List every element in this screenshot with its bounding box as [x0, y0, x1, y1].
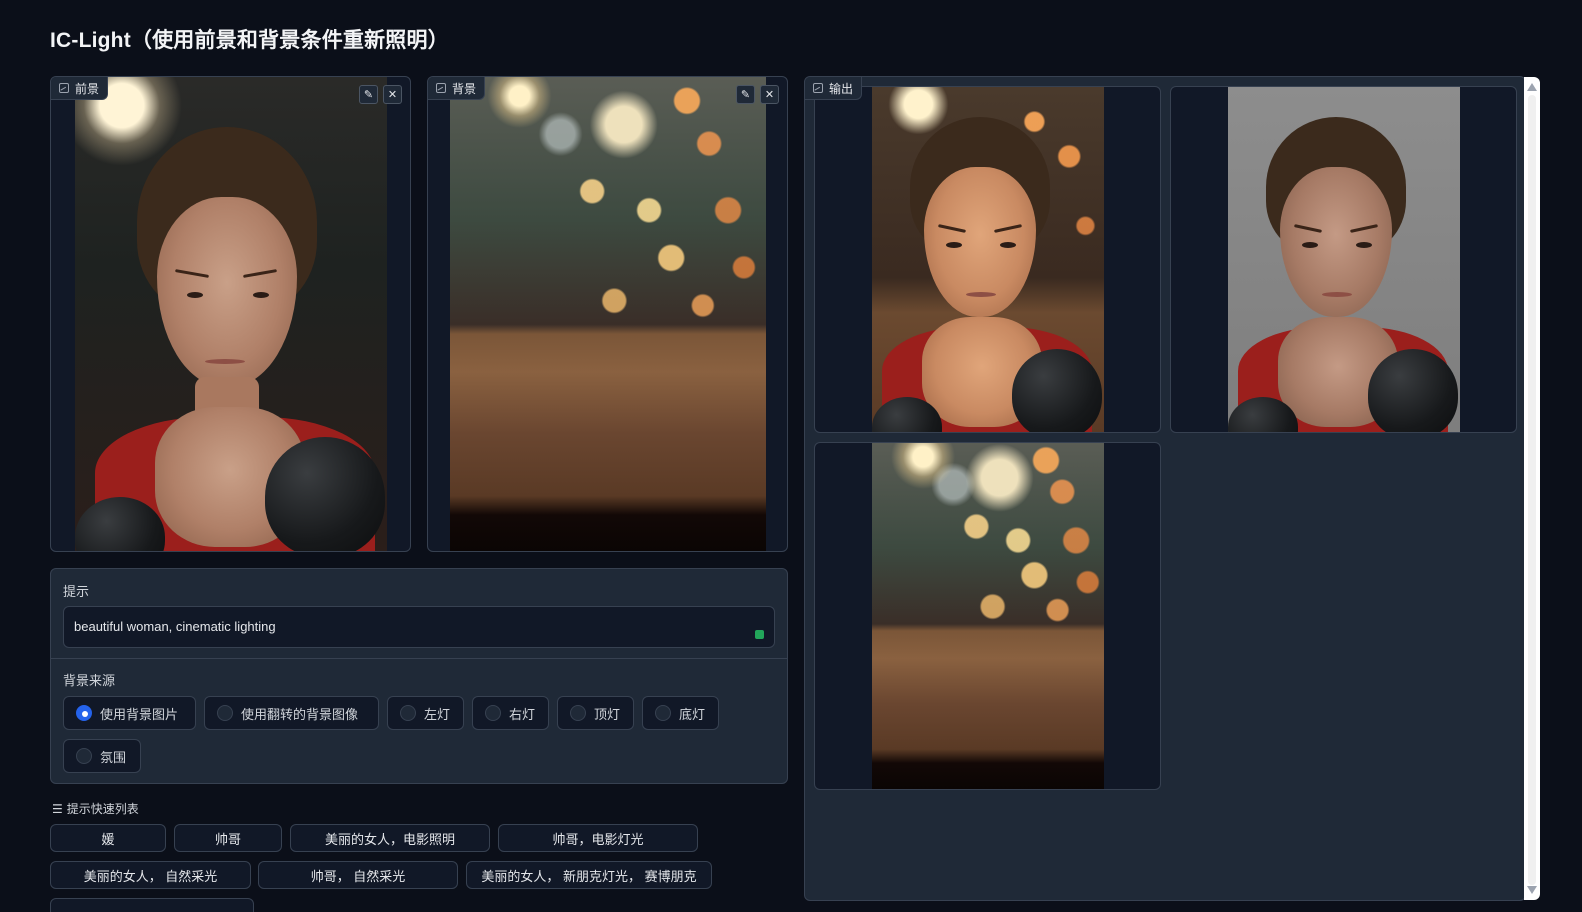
page-title: IC-Light（使用前景和背景条件重新照明）: [50, 29, 449, 52]
background-image-panel[interactable]: 背景 ✎ ✕: [427, 76, 788, 552]
clear-foreground-button[interactable]: ✕: [383, 85, 402, 104]
radio-use-background-image[interactable]: 使用背景图片: [63, 696, 196, 730]
bg-source-label: 背景来源: [63, 673, 116, 688]
list-icon: ☰: [52, 801, 63, 816]
output-image: [1228, 87, 1460, 432]
quick-prompts-title: ☰ 提示快速列表: [52, 800, 139, 817]
output-label-text: 输出: [829, 81, 854, 96]
prompt-input[interactable]: beautiful woman, cinematic lighting: [63, 606, 775, 648]
radio-circle-icon: [400, 705, 416, 721]
pencil-icon: ✎: [740, 89, 751, 101]
radio-circle-icon: [485, 705, 501, 721]
scroll-up-arrow-icon[interactable]: [1527, 83, 1537, 91]
prompt-label: 提示: [63, 584, 90, 599]
radio-label: 右灯: [509, 706, 536, 722]
radio-circle-icon: [570, 705, 586, 721]
pencil-icon: ✎: [363, 89, 374, 101]
output-scrollbar[interactable]: [1524, 77, 1540, 900]
image-icon: [436, 83, 446, 93]
close-icon: ✕: [387, 89, 398, 101]
image-icon: [813, 83, 823, 93]
prompt-options-panel: 提示 beautiful woman, cinematic lighting 背…: [50, 568, 788, 784]
radio-label: 氛围: [100, 749, 127, 765]
foreground-label-text: 前景: [75, 81, 100, 96]
quick-prompt-chip[interactable]: 帅哥，电影灯光: [498, 824, 698, 852]
radio-ambient[interactable]: 氛围: [63, 739, 141, 773]
radio-top-light[interactable]: 顶灯: [557, 696, 634, 730]
quick-prompts-title-text: 提示快速列表: [66, 802, 139, 816]
radio-label: 顶灯: [594, 706, 621, 722]
radio-circle-icon: [655, 705, 671, 721]
scroll-down-arrow-icon[interactable]: [1527, 886, 1537, 894]
output-thumbnail[interactable]: [814, 442, 1161, 790]
quick-prompt-chip[interactable]: 帅哥， 自然采光: [258, 861, 458, 889]
output-image: [872, 443, 1104, 789]
radio-left-light[interactable]: 左灯: [387, 696, 464, 730]
quick-prompt-chip[interactable]: 帅哥: [174, 824, 282, 852]
quick-prompt-chip[interactable]: 媛: [50, 824, 166, 852]
quick-prompt-chip-partial[interactable]: [50, 898, 254, 912]
radio-circle-icon: [76, 705, 92, 721]
scrollbar-thumb[interactable]: [1528, 95, 1536, 885]
radio-label: 使用背景图片: [100, 706, 179, 722]
background-label: 背景: [428, 77, 486, 100]
quick-prompt-chip[interactable]: 美丽的女人，电影照明: [290, 824, 490, 852]
edit-background-button[interactable]: ✎: [736, 85, 755, 104]
foreground-image-panel[interactable]: 前景 ✎ ✕: [50, 76, 411, 552]
radio-flipped-background[interactable]: 使用翻转的背景图像: [204, 696, 379, 730]
output-thumbnail[interactable]: [1170, 86, 1517, 433]
prompt-value: beautiful woman, cinematic lighting: [74, 619, 276, 634]
output-thumbnail[interactable]: [814, 86, 1161, 433]
background-image: [450, 77, 766, 551]
radio-bottom-light[interactable]: 底灯: [642, 696, 719, 730]
radio-circle-icon: [76, 748, 92, 764]
edit-foreground-button[interactable]: ✎: [359, 85, 378, 104]
output-gallery: 输出: [804, 76, 1526, 901]
radio-label: 左灯: [424, 706, 451, 722]
close-icon: ✕: [764, 89, 775, 101]
output-image: [872, 87, 1104, 432]
foreground-image: [75, 77, 387, 551]
radio-label: 使用翻转的背景图像: [241, 706, 359, 722]
radio-label: 底灯: [679, 706, 706, 722]
divider: [51, 658, 787, 659]
image-icon: [59, 83, 69, 93]
radio-right-light[interactable]: 右灯: [472, 696, 549, 730]
quick-prompt-chip[interactable]: 美丽的女人， 新朋克灯光， 赛博朋克: [466, 861, 712, 889]
clear-background-button[interactable]: ✕: [760, 85, 779, 104]
output-label: 输出: [805, 77, 863, 100]
status-indicator-icon: [755, 630, 764, 639]
foreground-label: 前景: [51, 77, 109, 100]
quick-prompt-chip[interactable]: 美丽的女人， 自然采光: [50, 861, 251, 889]
radio-circle-icon: [217, 705, 233, 721]
background-label-text: 背景: [452, 81, 477, 96]
